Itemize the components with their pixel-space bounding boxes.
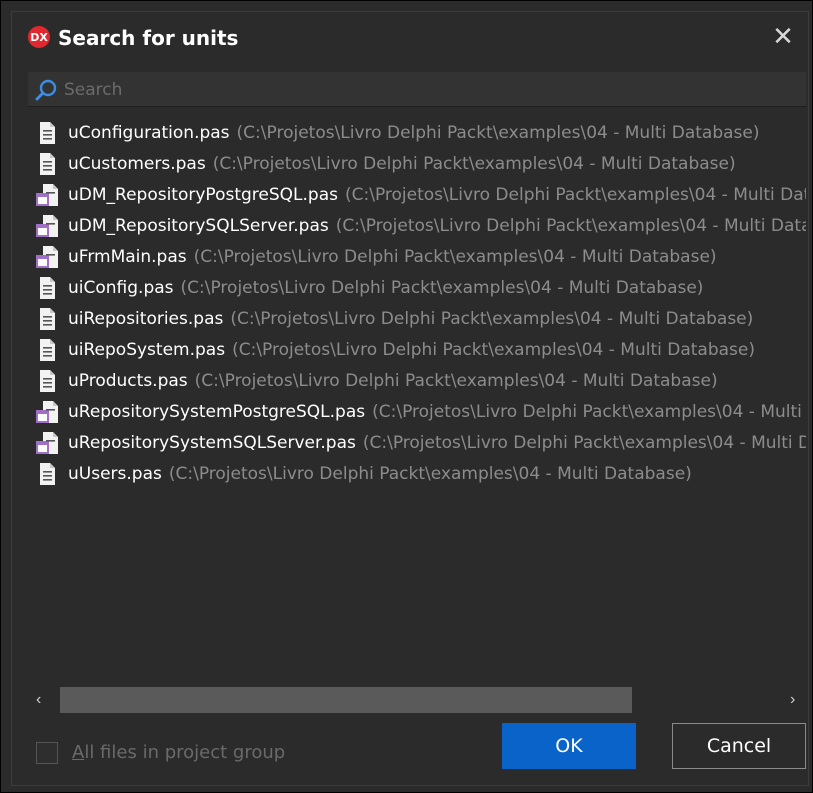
search-icon [35,79,57,101]
list-item[interactable]: uUsers.pas (C:\Projetos\Livro Delphi Pack… [28,459,806,489]
unit-name: uRepositorySystemSQLServer.pas [68,433,356,453]
unit-list: uConfiguration.pas (C:\Projetos\Livro Del… [28,112,806,684]
unit-file-icon [34,306,60,332]
all-files-label-accel: A [72,742,85,763]
unit-name: uFrmMain.pas [68,247,187,267]
unit-path: (C:\Projetos\Livro Delphi Packt\examples… [168,464,692,484]
all-files-label-rest: ll files in project group [84,742,286,763]
list-item[interactable]: uiRepoSystem.pas (C:\Projetos\Livro Delph… [28,335,806,365]
all-files-checkbox[interactable] [36,742,58,764]
search-input[interactable] [62,76,801,104]
horizontal-scrollbar[interactable]: ‹ › [28,684,806,716]
form-unit-icon [34,182,60,208]
unit-name: uiRepositories.pas [68,309,224,329]
all-files-label[interactable]: All files in project group [72,742,285,763]
form-unit-icon [34,213,60,239]
unit-name: uCustomers.pas [68,154,206,174]
search-box [28,72,806,107]
ok-button[interactable]: OK [502,723,636,769]
unit-file-icon [34,368,60,394]
unit-path: (C:\Projetos\Livro Delphi Packt\examples… [236,123,760,143]
unit-file-icon [34,275,60,301]
unit-path: (C:\Projetos\Livro Delphi Packt\examples… [344,185,806,205]
list-item[interactable]: uiConfig.pas (C:\Projetos\Livro Delphi Pa… [28,273,806,303]
unit-path: (C:\Projetos\Livro Delphi Packt\examples… [180,278,704,298]
list-item[interactable]: uiRepositories.pas (C:\Projetos\Livro Del… [28,304,806,334]
list-item[interactable]: uRepositorySystemSQLServer.pas (C:\Projet… [28,428,806,458]
unit-name: uiConfig.pas [68,278,174,298]
dx-logo-icon: DX [28,26,50,48]
unit-name: uiRepoSystem.pas [68,340,226,360]
scroll-left-arrow-icon[interactable]: ‹ [36,692,50,708]
unit-name: uConfiguration.pas [68,123,230,143]
list-item[interactable]: uProducts.pas (C:\Projetos\Livro Delphi P… [28,366,806,396]
unit-path: (C:\Projetos\Livro Delphi Packt\examples… [335,216,806,236]
unit-name: uDM_RepositorySQLServer.pas [68,216,329,236]
list-item[interactable]: uDM_RepositoryPostgreSQL.pas (C:\Projetos… [28,180,806,210]
unit-path: (C:\Projetos\Livro Delphi Packt\examples… [362,433,806,453]
unit-file-icon [34,461,60,487]
cancel-button[interactable]: Cancel [672,723,806,769]
unit-file-icon [34,337,60,363]
unit-path: (C:\Projetos\Livro Delphi Packt\examples… [372,402,806,422]
list-item[interactable]: uFrmMain.pas (C:\Projetos\Livro Delphi Pa… [28,242,806,272]
unit-path: (C:\Projetos\Livro Delphi Packt\examples… [212,154,736,174]
unit-file-icon [34,151,60,177]
form-unit-icon [34,399,60,425]
scrollbar-thumb[interactable] [60,687,632,713]
list-item[interactable]: uRepositorySystemPostgreSQL.pas (C:\Proje… [28,397,806,427]
search-units-dialog: DX Search for units ✕ uConfiguration.pas… [11,11,809,786]
form-unit-icon [34,244,60,270]
list-item[interactable]: uConfiguration.pas (C:\Projetos\Livro Del… [28,118,806,148]
form-unit-icon [34,430,60,456]
screenshot-frame: DX Search for units ✕ uConfiguration.pas… [0,0,813,793]
list-item[interactable]: uDM_RepositorySQLServer.pas (C:\Projetos\… [28,211,806,241]
dialog-footer: All files in project group OK Cancel [12,718,808,785]
unit-name: uDM_RepositoryPostgreSQL.pas [68,185,338,205]
unit-name: uRepositorySystemPostgreSQL.pas [68,402,366,422]
unit-path: (C:\Projetos\Livro Delphi Packt\examples… [194,371,718,391]
title-bar: DX Search for units ✕ [12,12,808,62]
unit-path: (C:\Projetos\Livro Delphi Packt\examples… [193,247,717,267]
unit-file-icon [34,120,60,146]
dialog-title: Search for units [58,26,239,50]
unit-path: (C:\Projetos\Livro Delphi Packt\examples… [230,309,754,329]
unit-name: uProducts.pas [68,371,188,391]
list-item[interactable]: uCustomers.pas (C:\Projetos\Livro Delphi … [28,149,806,179]
close-button[interactable]: ✕ [770,24,796,50]
unit-name: uUsers.pas [68,464,162,484]
scroll-right-arrow-icon[interactable]: › [790,692,804,708]
unit-path: (C:\Projetos\Livro Delphi Packt\examples… [232,340,755,360]
